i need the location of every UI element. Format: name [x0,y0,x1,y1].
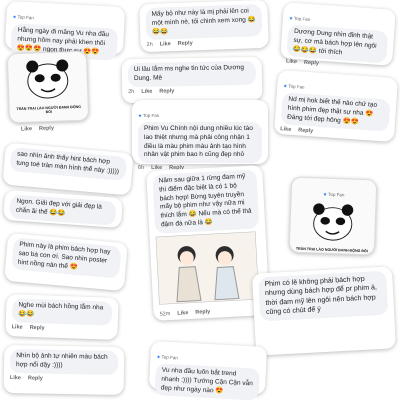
comment-card-6: ★Top Fan Phim Vu Chính nội dung nhiều lú… [132,100,268,171]
comment-card-1: ★Top Fan Hằng ngày đi măng Vu nha đầu nh… [4,0,126,62]
comment-card-7: sao nhìn ảnh thấy hint bách hợp tung toé… [2,142,134,196]
comment-card-14: ★Top Fan Vu nha đầu luôn bắt trend nhanh… [148,340,268,401]
comment-actions: Like Reply [14,125,61,133]
comment-text: Nd mị hok biết thế nào chứ tạo hình phim… [280,92,391,133]
reply-button[interactable]: Reply [195,309,210,316]
comment-text: Nhìn bộ ảnh tự nhiên màu bách hợp nổi dậ… [9,349,119,375]
like-button[interactable]: Like [12,324,23,330]
comment-card-8: Ngon. Giải đẹp với giải đẹp là chắn ăi t… [3,189,123,229]
comment-card-4: Ui lâu lắm ms nghe tin tức của Dương Dun… [121,56,263,104]
comment-card-5: ★Top Fan Nd mị hok biết thế nào chứ tạo … [273,69,399,143]
comment-card-11: Nghe mùi bách hồng lắm nha 😂😂 Like Reply [5,294,119,340]
like-button[interactable]: Like [160,41,171,47]
comment-text: Năm sau giữa 1 rừng đam mỹ thì điểm đặc … [152,169,260,234]
comment-text: Phim này là phim bách hợp hay sao bà con… [11,237,122,279]
comment-actions: 2h Like Reply [128,87,175,95]
panda-meme-icon [313,203,354,241]
top-fan-badge: ★Top Fan [138,113,160,118]
comment-card-13: Nhìn bộ ảnh tự nhiên màu bách hợp nổi dậ… [3,344,125,396]
comment-actions: Like Reply [10,375,118,383]
comment-text: Vu nha đầu luôn bắt trend nhanh :)))) Tư… [154,363,261,401]
panda-meme-icon [26,59,69,99]
comment-card-2: Mấy bộ như này là mị phải lên coi một mì… [139,0,269,53]
meme-image-2: ★Top Fan TRẦN TRẠI LÀO NGƯỜI ĐANH ĐỘNG Đ… [288,176,378,256]
top-fan-badge: ★Top Fan [323,191,345,198]
reply-button[interactable]: Reply [298,128,313,135]
reply-button[interactable]: Reply [159,88,174,94]
star-icon: ★ [156,354,161,360]
comic-image-icon [155,230,260,305]
star-icon: ★ [283,83,288,89]
star-icon: ★ [288,15,294,21]
like-button[interactable]: Like [286,59,297,66]
comment-card-12: Phim có lẽ không phải bách hợp nhưng dùn… [251,266,397,356]
top-fan-badge: ★Top Fan [288,15,311,23]
reply-button[interactable]: Reply [178,41,193,48]
comment-actions: 2h Like Reply [146,40,193,49]
comment-card-9: Phim này là phim bách hợp hay sao bà con… [4,232,128,292]
comment-text: Ui lâu lắm ms nghe tin tức của Dương Dun… [127,60,257,87]
like-button[interactable]: Like [21,126,32,132]
reply-button[interactable]: Reply [28,375,43,381]
star-icon: ★ [323,191,328,197]
comment-text: Phim có lẽ không phải bách hợp nhưng dùn… [258,270,389,322]
comment-text: Nghe mùi bách hồng lắm nha 😂😂 [11,298,113,326]
top-fan-badge: ★Top Fan [12,14,34,21]
comment-actions: Like Reply [12,324,112,333]
like-button[interactable]: Like [10,375,21,381]
comment-text: Ngon. Giải đẹp với giải đẹp là chắn ăi t… [9,194,117,226]
comment-text: Phim Vu Chính nội dung nhiều lúc tào lao… [138,122,262,164]
like-button[interactable]: Like [177,310,188,317]
star-icon: ★ [12,14,17,20]
comment-text: Mấy bộ như này là mị phải lên coi một mì… [145,3,263,41]
reply-button[interactable]: Reply [39,125,54,132]
top-fan-badge: ★Top Fan [283,83,305,90]
meme-caption: TRẦN TRẠI LÀO NGƯỜI ĐANH ĐỘNG ĐỔI [295,246,368,254]
comment-text: sao nhìn ảnh thấy hint bách hợp tung toé… [9,147,128,181]
reply-button[interactable]: Reply [304,60,319,67]
comment-actions: 52m Like Reply [159,308,211,318]
star-icon: ★ [138,113,143,118]
reply-button[interactable]: Reply [30,324,45,331]
meme-image-1: TRẦN TRẠI LÀO NGƯỜI ĐANH ĐỘNG ĐỔI [6,50,90,124]
meme-caption: TRẦN TRẠI LÀO NGƯỜI ĐANH ĐỘNG ĐỔI [16,104,82,115]
comment-card-10: Năm sau giữa 1 rừng đam mỹ thì điểm đặc … [146,165,270,321]
comment-card-3: ★Top Fan Dương Dung nhìn đỉnh thật sự, c… [280,2,396,67]
like-button[interactable]: Like [280,126,291,133]
top-fan-badge: ★Top Fan [156,354,178,361]
comment-text: Dương Dung nhìn đỉnh thật sự, cơ mà bách… [286,24,389,64]
like-button[interactable]: Like [141,88,152,94]
